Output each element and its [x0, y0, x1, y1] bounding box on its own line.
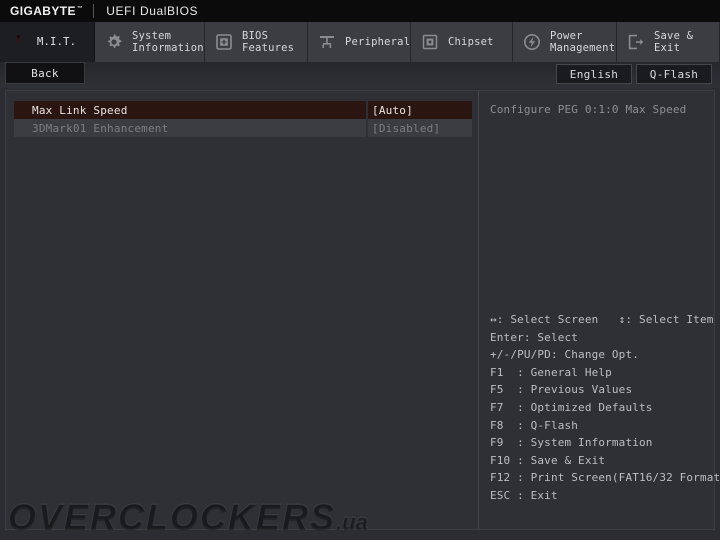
key-legend-line: ↔: Select Screen ↕: Select Item	[490, 313, 714, 326]
suite-title: UEFI DualBIOS	[106, 4, 199, 18]
back-button[interactable]: Back	[5, 62, 85, 84]
setting-row-3dmark01-enhancement[interactable]: 3DMark01 Enhancement [Disabled]	[14, 119, 472, 137]
tab-save-exit-label: Save & Exit	[654, 29, 694, 55]
title-bar: GIGABYTE™ UEFI DualBIOS	[0, 0, 720, 22]
tab-system-information[interactable]: System Information	[95, 22, 205, 62]
key-legend-line: Enter: Select	[490, 330, 579, 344]
dial-icon	[8, 31, 30, 53]
tab-save-exit[interactable]: Save & Exit	[617, 22, 720, 62]
tab-peripherals-label: Peripherals	[345, 35, 417, 48]
brand-text: GIGABYTE	[10, 4, 76, 18]
tab-mit-label: M.I.T.	[37, 35, 77, 48]
tab-power-management-label: Power Management	[550, 29, 616, 55]
key-legend-line: F1 : General Help	[490, 365, 612, 379]
tab-bios-features-label: BIOS Features	[242, 29, 295, 55]
tab-power-management[interactable]: Power Management	[513, 22, 617, 62]
setting-label: 3DMark01 Enhancement	[14, 119, 366, 137]
chipset-icon	[419, 31, 441, 53]
setting-value[interactable]: [Disabled]	[368, 119, 472, 137]
key-legend-line: F9 : System Information	[490, 436, 653, 450]
gigabyte-logo: GIGABYTE™	[0, 4, 83, 18]
qflash-button-label: Q-Flash	[649, 67, 699, 81]
bios-screen: GIGABYTE™ UEFI DualBIOS M.I.T. System In…	[0, 0, 720, 540]
trademark-mark: ™	[76, 6, 84, 12]
tab-chipset[interactable]: Chipset	[411, 22, 513, 62]
key-legend-line: ESC : Exit	[490, 488, 558, 502]
key-legend-line: F8 : Q-Flash	[490, 418, 579, 432]
key-legend-line: F10 : Save & Exit	[490, 453, 606, 467]
tab-chipset-label: Chipset	[448, 35, 494, 48]
tab-mit[interactable]: M.I.T.	[0, 22, 95, 62]
tab-bios-features[interactable]: BIOS Features	[205, 22, 308, 62]
tab-peripherals[interactable]: Peripherals	[308, 22, 417, 62]
key-legend-line: F12 : Print Screen(FAT16/32 Format Only)	[490, 471, 720, 485]
language-button-label: English	[569, 67, 619, 81]
exit-arrow-icon	[625, 31, 647, 53]
help-description: Configure PEG 0:1:0 Max Speed	[490, 103, 687, 116]
bios-chip-icon	[213, 31, 235, 53]
key-legend-line: +/-/PU/PD: Change Opt.	[490, 348, 639, 362]
setting-label: Max Link Speed	[14, 101, 366, 119]
sub-toolbar: Back English Q-Flash	[0, 62, 720, 88]
peripherals-plug-icon	[316, 31, 338, 53]
key-legend: ↔: Select Screen ↕: Select Item Enter: S…	[490, 311, 720, 505]
key-legend-line: F5 : Previous Values	[490, 383, 633, 397]
content-panel: Max Link Speed [Auto] 3DMark01 Enhanceme…	[5, 90, 720, 530]
back-button-label: Back	[31, 66, 59, 80]
setting-row-max-link-speed[interactable]: Max Link Speed [Auto]	[14, 101, 472, 119]
settings-list: Max Link Speed [Auto] 3DMark01 Enhanceme…	[14, 101, 472, 137]
key-legend-line: F7 : Optimized Defaults	[490, 400, 653, 414]
tab-system-information-label: System Information	[132, 29, 204, 55]
setting-value[interactable]: [Auto]	[368, 101, 472, 119]
gear-icon	[103, 31, 125, 53]
title-divider	[93, 4, 95, 18]
qflash-button[interactable]: Q-Flash	[636, 64, 712, 84]
main-tab-bar: M.I.T. System Information BIOS Features …	[0, 22, 720, 62]
panel-divider	[478, 91, 479, 529]
language-button[interactable]: English	[556, 64, 632, 84]
power-bolt-icon	[521, 31, 543, 53]
